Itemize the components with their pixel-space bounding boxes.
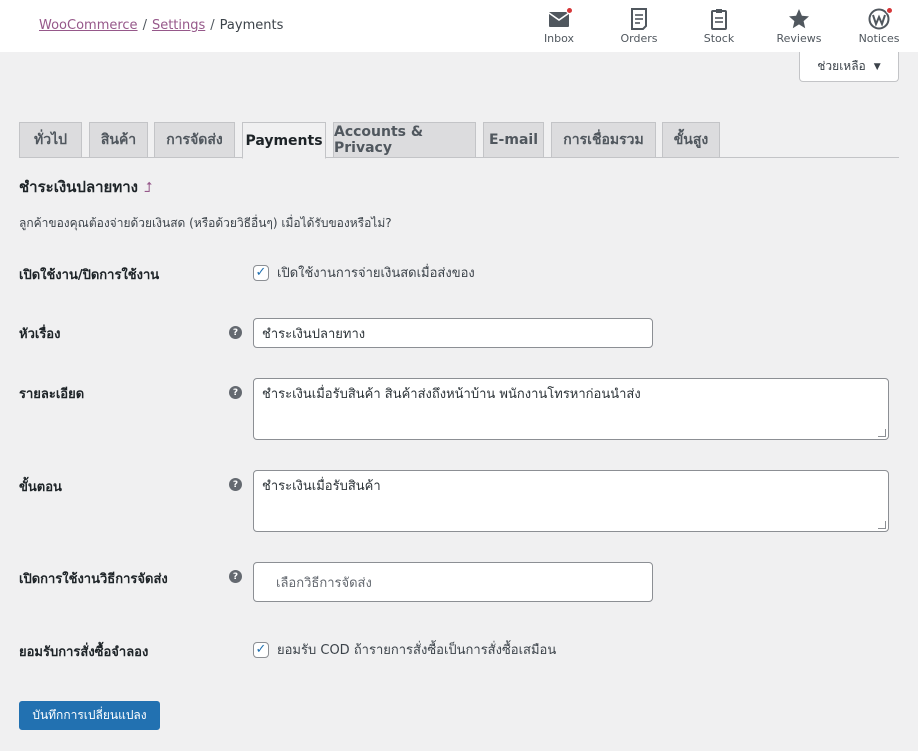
tab-payments[interactable]: Payments [242,122,326,159]
field-label-description: รายละเอียด [19,387,85,402]
notification-dot [566,7,573,14]
help-tip-icon[interactable]: ? [229,570,242,583]
help-dropdown-button[interactable]: ช่วยเหลือ ▼ [799,52,899,82]
orders-icon [631,8,647,30]
title-input-value: ชำระเงินปลายทาง [262,326,366,342]
back-arrow-icon[interactable]: ⮥ [144,180,152,196]
virtual-orders-option: ✓ ยอมรับ COD ถ้ารายการสั่งซื้อเป็นการสั่… [253,639,556,660]
field-label-shipping-methods: เปิดการใช้งานวิธีการจัดส่ง [19,572,168,587]
activity-label: Orders [620,32,658,45]
stock-icon [711,9,727,30]
breadcrumb-current: Payments [219,18,284,33]
accept-virtual-orders-checkbox-label: ยอมรับ COD ถ้ารายการสั่งซื้อเป็นการสั่งซ… [277,643,557,658]
accept-virtual-orders-checkbox[interactable]: ✓ [253,641,269,658]
activity-notices-button[interactable]: Notices [844,6,914,45]
settings-tabs: ทั่วไป สินค้า การจัดส่ง Payments Account… [19,122,899,159]
chevron-down-icon: ▼ [873,61,881,72]
section-title-text: ชำระเงินปลายทาง [19,178,138,196]
tab-email[interactable]: E-mail [483,122,544,158]
activity-orders-button[interactable]: Orders [604,6,674,45]
breadcrumb-separator: / [142,18,147,33]
help-tip-icon[interactable]: ? [229,386,242,399]
breadcrumb-settings-link[interactable]: Settings [152,18,205,33]
activity-stock-button[interactable]: Stock [684,6,754,45]
help-button-label: ช่วยเหลือ [817,59,866,73]
activity-inbox-button[interactable]: Inbox [524,6,594,45]
tab-integration[interactable]: การเชื่อมรวม [551,122,656,158]
instructions-textarea-value: ชำระเงินเมื่อรับสินค้า [262,479,381,494]
field-label-instructions: ขั้นตอน [19,480,62,495]
tab-accounts-privacy[interactable]: Accounts & Privacy [333,122,476,158]
section-description: ลูกค้าของคุณต้องจ่ายด้วยเงินสด (หรือด้วย… [19,216,392,230]
activity-reviews-button[interactable]: Reviews [764,6,834,45]
title-input[interactable]: ชำระเงินปลายทาง [253,318,653,348]
field-label-title: หัวเรื่อง [19,327,61,342]
reviews-icon [789,9,809,29]
instructions-textarea[interactable]: ชำระเงินเมื่อรับสินค้า [253,470,889,532]
shipping-methods-placeholder: เลือกวิธีการจัดส่ง [276,575,372,591]
shipping-methods-select[interactable]: เลือกวิธีการจัดส่ง [253,562,653,602]
help-tip-icon[interactable]: ? [229,478,242,491]
resize-handle-icon[interactable] [878,429,886,437]
activity-label: Reviews [776,32,822,45]
notification-dot [886,7,893,14]
breadcrumb-woocommerce-link[interactable]: WooCommerce [39,18,138,33]
enable-cod-checkbox-label: เปิดใช้งานการจ่ายเงินสดเมื่อส่งของ [277,266,475,281]
tab-general[interactable]: ทั่วไป [19,122,82,158]
description-textarea[interactable]: ชำระเงินเมื่อรับสินค้า สินค้าส่งถึงหน้าบ… [253,378,889,440]
field-label-virtual-orders: ยอมรับการสั่งซื้อจำลอง [19,645,149,660]
save-changes-button[interactable]: บันทึกการเปลี่ยนแปลง [19,701,160,730]
activity-label: Stock [703,32,735,45]
tab-products[interactable]: สินค้า [89,122,148,158]
enable-cod-option: ✓ เปิดใช้งานการจ่ายเงินสดเมื่อส่งของ [253,262,475,283]
resize-handle-icon[interactable] [878,521,886,529]
breadcrumb: WooCommerce / Settings / Payments [39,18,283,33]
help-tip-icon[interactable]: ? [229,326,242,339]
tab-advanced[interactable]: ขั้นสูง [662,122,720,158]
section-title: ชำระเงินปลายทาง ⮥ [19,175,152,199]
description-textarea-value: ชำระเงินเมื่อรับสินค้า สินค้าส่งถึงหน้าบ… [262,387,641,402]
activity-label: Inbox [543,32,575,45]
tab-shipping[interactable]: การจัดส่ง [154,122,235,158]
breadcrumb-separator: / [210,18,215,33]
enable-cod-checkbox[interactable]: ✓ [253,264,269,281]
activity-label: Notices [858,32,900,45]
top-header-bar: WooCommerce / Settings / Payments Inbox Orde… [0,0,918,52]
field-label-enable: เปิดใช้งาน/ปิดการใช้งาน [19,268,160,283]
